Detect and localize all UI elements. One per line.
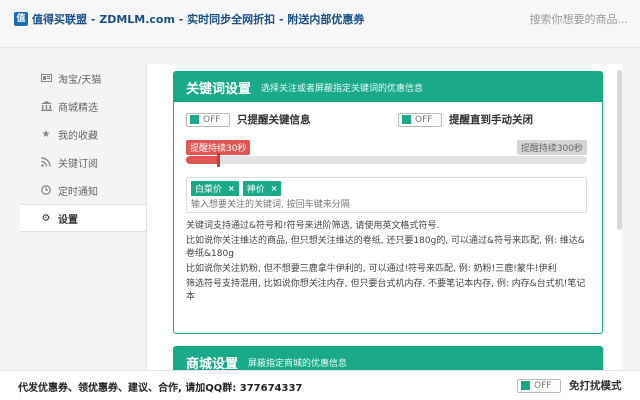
- help-line: 比如说你关注维达的商品, 但只想关注维达的卷纸, 还只要180g的, 可以通过&…: [186, 236, 585, 259]
- sidebar-item-scheduled-notice[interactable]: 定时通知: [20, 176, 146, 204]
- keyword-input[interactable]: [191, 199, 581, 211]
- footer-bar: 代发优惠券、领优惠券、建议、合作, 请加QQ群: 377674337 OFF 免…: [0, 370, 640, 400]
- sidebar-item-label: 设置: [58, 214, 78, 226]
- keyword-tag: 神价 ×: [242, 181, 282, 196]
- keyword-tag: 白菜价 ×: [191, 181, 239, 196]
- sidebar-item-settings[interactable]: ⚙ 设置: [20, 204, 146, 232]
- search-input[interactable]: 搜索你想要的商品...: [468, 11, 629, 29]
- panel-subtitle: 屏蔽指定商城的优惠信息: [248, 359, 348, 369]
- switch-state: OFF: [415, 114, 433, 125]
- scrollbar[interactable]: [617, 70, 622, 230]
- slider-handle[interactable]: [217, 153, 221, 167]
- switch-state: OFF: [534, 380, 552, 391]
- slider-fill: [186, 156, 219, 164]
- toggle-row: OFF 只提醒关键信息 OFF 提醒直到手动关闭: [186, 112, 590, 130]
- rss-icon: [40, 156, 52, 168]
- panel-header: 关键词设置 选择关注或者屏蔽指定关键词的优惠信息: [174, 72, 602, 102]
- do-not-disturb-switch[interactable]: OFF: [517, 378, 561, 393]
- panel-title: 关键词设置: [186, 81, 252, 97]
- taobao-icon: [40, 72, 52, 84]
- remind-until-close-switch[interactable]: OFF: [398, 112, 442, 127]
- star-icon: ★: [41, 128, 51, 140]
- sidebar-item-label: 我的收藏: [58, 130, 98, 142]
- tag-label: 白菜价: [195, 185, 223, 195]
- contact-text: 代发优惠券、领优惠券、建议、合作, 请加QQ群: 377674337: [18, 383, 303, 394]
- key-info-only-switch[interactable]: OFF: [186, 112, 230, 127]
- sidebar-item-taobao[interactable]: 淘宝/天猫: [20, 64, 146, 92]
- sidebar-item-keyword-subscribe[interactable]: 关键订阅: [20, 148, 146, 176]
- bank-icon: [40, 100, 52, 112]
- slider-track[interactable]: [186, 156, 587, 164]
- gear-icon: ⚙: [41, 212, 51, 224]
- switch-state: OFF: [203, 114, 221, 125]
- switch-knob: [402, 115, 411, 124]
- do-not-disturb-toggle: OFF 免打扰模式: [517, 378, 622, 393]
- help-line: 比如说你关注奶粉, 但不想要三鹿拿牛伊利的, 可以通过!符号来匹配, 例: 奶粉…: [186, 264, 557, 274]
- switch-knob: [190, 115, 199, 124]
- brand-logo-icon: 值: [14, 12, 28, 26]
- settings-content: 关键词设置 选择关注或者屏蔽指定关键词的优惠信息 OFF 只提醒关键信息 OFF…: [146, 64, 622, 378]
- sidebar-item-label: 关键订阅: [58, 158, 98, 170]
- panel-subtitle: 选择关注或者屏蔽指定关键词的优惠信息: [261, 83, 424, 94]
- sidebar-item-favorites[interactable]: ★ 我的收藏: [20, 120, 146, 148]
- keyword-box: 白菜价 × 神价 ×: [186, 177, 587, 213]
- duration-slider: 提醒持续30秒 提醒持续300秒: [186, 140, 587, 170]
- toggle-label: 免打扰模式: [569, 380, 622, 392]
- keyword-help-text: 关键词支持通过&符号和!符号来进阶筛选, 请使用英文格式符号. 比如说你关注维达…: [186, 220, 591, 306]
- brand-title: 值得买联盟 - ZDMLM.com - 实时同步全网折扣 - 附送内部优惠券: [32, 13, 365, 26]
- tag-label: 神价: [246, 185, 265, 195]
- slider-max-label: 提醒持续300秒: [516, 140, 587, 155]
- sidebar-item-label: 商城精选: [58, 102, 98, 114]
- sidebar: 淘宝/天猫 商城精选 ★ 我的收藏 关键订阅 定时通知 ⚙ 设置: [20, 64, 146, 232]
- top-bar: 值 值得买联盟 - ZDMLM.com - 实时同步全网折扣 - 附送内部优惠券…: [0, 0, 640, 48]
- help-line: 筛选符号支持混用, 比如说你想关注内存, 但只要台式机内存, 不要笔记本内存, …: [186, 279, 586, 302]
- remove-tag-icon[interactable]: ×: [271, 184, 278, 193]
- sidebar-item-label: 定时通知: [58, 186, 98, 198]
- keyword-settings-panel: 关键词设置 选择关注或者屏蔽指定关键词的优惠信息 OFF 只提醒关键信息 OFF…: [173, 71, 603, 334]
- clock-icon: [40, 184, 52, 196]
- key-info-only-toggle: OFF 只提醒关键信息: [186, 112, 311, 127]
- switch-knob: [521, 381, 530, 390]
- keyword-tags: 白菜价 × 神价 ×: [191, 181, 282, 196]
- sidebar-item-label: 淘宝/天猫: [58, 74, 102, 86]
- help-line: 关键词支持通过&符号和!符号来进阶筛选, 请使用英文格式符号.: [186, 221, 440, 231]
- toggle-label: 只提醒关键信息: [237, 114, 311, 126]
- sidebar-item-mall[interactable]: 商城精选: [20, 92, 146, 120]
- brand[interactable]: 值 值得买联盟 - ZDMLM.com - 实时同步全网折扣 - 附送内部优惠券: [14, 11, 364, 27]
- toggle-label: 提醒直到手动关闭: [449, 114, 533, 126]
- remind-until-close-toggle: OFF 提醒直到手动关闭: [398, 112, 533, 127]
- remove-tag-icon[interactable]: ×: [228, 184, 235, 193]
